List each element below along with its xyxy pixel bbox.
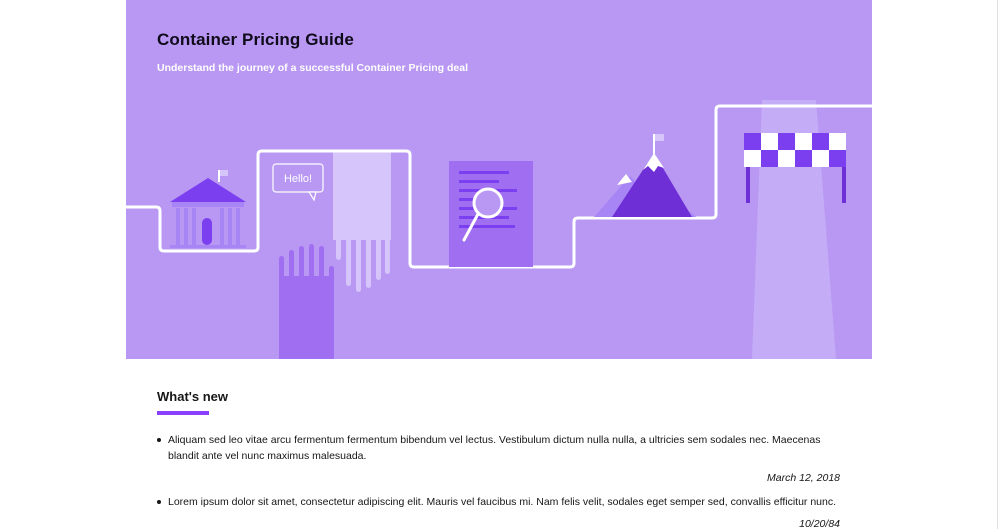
hero-banner: Hello! Container Pricing Guide Understan… bbox=[126, 0, 872, 359]
news-text: Aliquam sed leo vitae arcu fermentum fer… bbox=[168, 434, 821, 462]
speech-bubble-icon: Hello! bbox=[272, 163, 324, 202]
news-list: Aliquam sed leo vitae arcu fermentum fer… bbox=[157, 432, 840, 532]
news-date: 10/20/84 bbox=[799, 518, 840, 530]
list-item: Lorem ipsum dolor sit amet, consectetur … bbox=[157, 494, 840, 532]
heading-underline bbox=[157, 411, 209, 415]
bank-icon bbox=[170, 170, 246, 248]
list-item: Aliquam sed leo vitae arcu fermentum fer… bbox=[157, 432, 840, 486]
bullet-icon bbox=[157, 438, 161, 442]
page-subtitle: Understand the journey of a successful C… bbox=[157, 62, 468, 74]
news-text: Lorem ipsum dolor sit amet, consectetur … bbox=[168, 496, 837, 508]
whats-new-heading: What's new bbox=[157, 389, 228, 404]
document-magnifier-icon bbox=[449, 161, 533, 267]
hand-lower-icon bbox=[279, 244, 334, 359]
journey-illustration: Hello! bbox=[126, 100, 872, 359]
bullet-icon bbox=[157, 500, 161, 504]
hand-upper-icon bbox=[333, 150, 391, 292]
mountain-flag-icon bbox=[594, 134, 696, 217]
speech-bubble-text: Hello! bbox=[284, 173, 312, 185]
news-date: March 12, 2018 bbox=[767, 472, 840, 484]
page-title: Container Pricing Guide bbox=[157, 30, 354, 49]
